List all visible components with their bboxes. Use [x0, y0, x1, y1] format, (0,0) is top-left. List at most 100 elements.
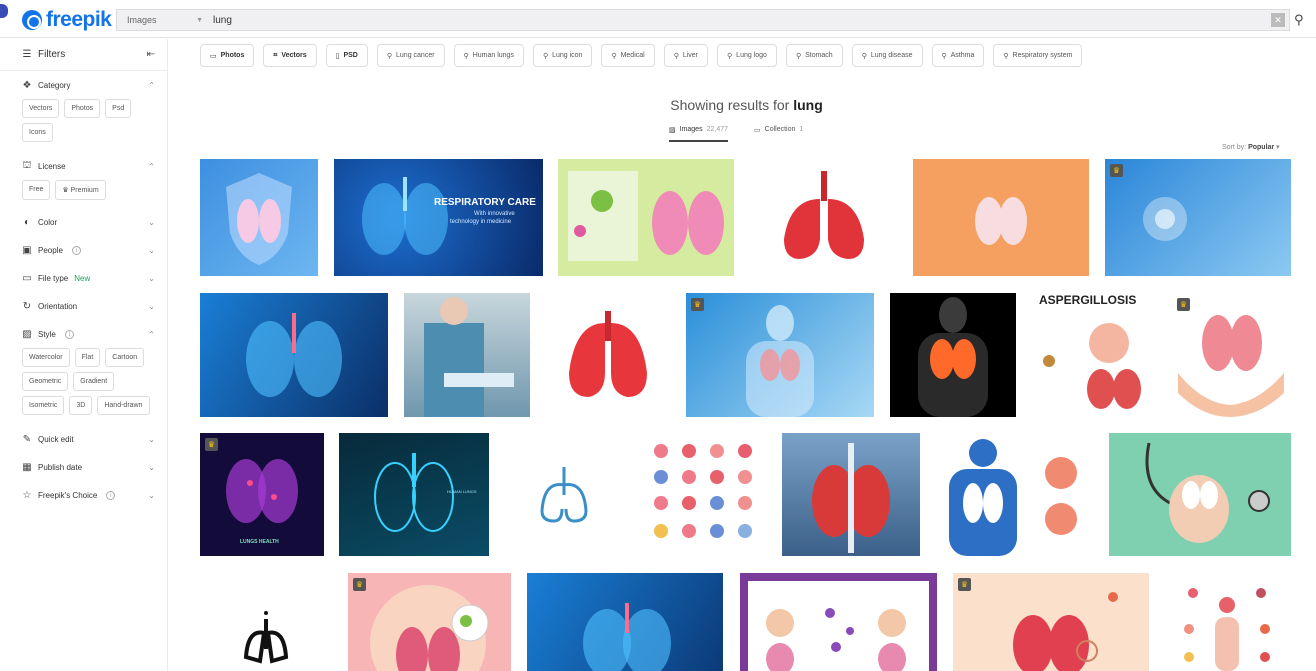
chevron-down-icon: ⌄	[148, 490, 155, 500]
chip-flat[interactable]: Flat	[74, 348, 101, 367]
chip-isometric[interactable]: Isometric	[22, 396, 65, 415]
image-icon: ▨	[22, 328, 32, 340]
filter-freepiks-choice[interactable]: ☆ Freepik's Choice i ⌄	[0, 481, 167, 509]
filter-publish-date[interactable]: ▦ Publish date ⌄	[0, 453, 167, 481]
tag-label: Vectors	[281, 52, 307, 59]
info-icon[interactable]: i	[64, 329, 74, 339]
chip-premium[interactable]: ♛ Premium	[55, 180, 106, 200]
result-thumbnail[interactable]	[200, 573, 350, 671]
info-icon[interactable]: i	[106, 490, 116, 500]
chip-photos[interactable]: Photos	[64, 99, 101, 118]
chip-psd[interactable]: Psd	[105, 99, 132, 118]
search-icon[interactable]: ⚲	[1294, 12, 1304, 28]
freepik-logo[interactable]: freepik	[22, 8, 112, 32]
filter-people[interactable]: ▣ People i ⌄	[0, 236, 167, 264]
result-thumbnail[interactable]	[558, 159, 734, 276]
result-thumbnail[interactable]	[750, 159, 898, 276]
tag-stomach[interactable]: ⚲ Stomach	[785, 44, 843, 67]
result-thumbnail[interactable]	[1165, 573, 1291, 671]
style-toggle[interactable]: ▨ Style i ⌃	[22, 320, 155, 348]
premium-crown-icon: ♛	[691, 298, 704, 311]
lung-shield-image	[226, 173, 292, 265]
tab-images[interactable]: ▨ Images 22,477	[669, 126, 729, 142]
result-thumbnail[interactable]	[890, 293, 1016, 417]
filters-sidebar: ☰ Filters ⇤ ❖ Category ⌃ Vectors Photos Ps…	[0, 39, 168, 671]
chip-cartoon[interactable]: Cartoon	[105, 348, 145, 367]
license-toggle[interactable]: ⛫ License ⌃	[22, 152, 155, 180]
tag-label: Asthma	[950, 52, 975, 59]
filters-title: Filters	[38, 49, 66, 60]
tab-collection[interactable]: ▭ Collection 1	[754, 126, 803, 142]
tag-label: Respiratory system	[1012, 52, 1073, 59]
filter-quick-edit[interactable]: ✎ Quick edit ⌄	[0, 425, 167, 453]
chip-hand-drawn[interactable]: Hand-drawn	[97, 396, 150, 415]
chevron-up-icon: ⌃	[148, 161, 155, 171]
result-thumbnail[interactable]: ♛	[1172, 293, 1290, 417]
result-thumbnail[interactable]	[740, 573, 937, 671]
info-icon[interactable]: i	[71, 245, 81, 255]
tag-psd[interactable]: ▯ PSD	[325, 44, 368, 67]
tag-lung-disease[interactable]: ⚲ Lung disease	[851, 44, 923, 67]
chevron-down-icon: ⌄	[148, 462, 155, 472]
result-thumbnail[interactable]	[404, 293, 530, 417]
result-thumbnail[interactable]	[782, 433, 920, 556]
result-thumbnail[interactable]: ♛	[686, 293, 874, 417]
collapse-sidebar-icon[interactable]: ⇤	[147, 49, 155, 60]
chip-3d[interactable]: 3D	[69, 396, 93, 415]
result-thumbnail[interactable]	[200, 159, 318, 276]
chip-gradient[interactable]: Gradient	[73, 372, 115, 391]
sort-select[interactable]: Sort by: Popular ▾	[1222, 143, 1280, 151]
tag-liver[interactable]: ⚲ Liver	[663, 44, 709, 67]
result-thumbnail[interactable]: ♛	[953, 573, 1149, 671]
chip-free[interactable]: Free	[22, 180, 51, 200]
result-thumbnail[interactable]: HUMAN LUNGS	[339, 433, 489, 556]
tag-respiratory-system[interactable]: ⚲ Respiratory system	[993, 44, 1083, 67]
result-thumbnail[interactable]: ASPERGILLOSIS	[1031, 293, 1157, 417]
result-thumbnail[interactable]	[200, 293, 388, 417]
paper-lungs-image	[975, 197, 1027, 245]
search-icon: ⚲	[673, 52, 679, 60]
result-thumbnail[interactable]	[527, 573, 723, 671]
blue-lungs-image	[246, 313, 342, 397]
tag-label: Stomach	[805, 52, 833, 59]
result-thumbnail[interactable]	[913, 159, 1089, 276]
result-thumbnail[interactable]	[504, 433, 630, 556]
tag-photos[interactable]: ▭ Photos	[200, 44, 255, 67]
result-thumbnail[interactable]: ♛	[1105, 159, 1291, 276]
chevron-down-icon: ⌄	[148, 245, 155, 255]
filter-orientation[interactable]: ↻ Orientation ⌄	[0, 292, 167, 320]
tag-lung-cancer[interactable]: ⚲ Lung cancer	[376, 44, 445, 67]
lung-disease-illustration-image	[370, 585, 489, 671]
filter-file-type[interactable]: ▭ File type New ⌄	[0, 264, 167, 292]
tag-lung-icon[interactable]: ⚲ Lung icon	[532, 44, 593, 67]
result-thumbnail[interactable]	[545, 293, 671, 417]
chip-vectors[interactable]: Vectors	[22, 99, 60, 118]
search-icon: ⚲	[861, 52, 867, 60]
tag-label: Lung icon	[552, 52, 583, 59]
search-type-select[interactable]: Images ▼	[117, 10, 209, 30]
search-input[interactable]	[209, 14, 1271, 26]
tab-images-label: Images	[679, 126, 703, 133]
tag-asthma[interactable]: ⚲ Asthma	[931, 44, 985, 67]
results-query: lung	[793, 97, 823, 113]
result-thumbnail[interactable]	[1109, 433, 1291, 556]
clear-search-icon[interactable]: ✕	[1271, 13, 1285, 27]
lungs-health-text: LUNGS HEALTH	[240, 539, 279, 545]
search-icon: ⚲	[542, 52, 549, 60]
chip-watercolor[interactable]: Watercolor	[22, 348, 70, 367]
filter-color[interactable]: ◐ Color ⌄	[0, 208, 167, 236]
tag-lung-logo[interactable]: ⚲ Lung logo	[717, 44, 777, 67]
result-thumbnail[interactable]: ♛ LUNGS HEALTH	[200, 433, 324, 556]
result-thumbnail[interactable]	[935, 433, 1091, 556]
tag-medical[interactable]: ⚲ Medical	[601, 44, 655, 67]
chip-geometric[interactable]: Geometric	[22, 372, 69, 391]
chip-icons[interactable]: Icons	[22, 123, 53, 142]
orientation-label: Orientation	[38, 301, 78, 311]
result-thumbnail[interactable]: RESPIRATORY CARE With innovative technol…	[334, 159, 543, 276]
category-toggle[interactable]: ❖ Category ⌃	[22, 71, 155, 99]
result-thumbnail[interactable]: ♛	[348, 573, 511, 671]
tag-human-lungs[interactable]: ⚲ Human lungs	[453, 44, 524, 67]
tag-vectors[interactable]: ⌗ Vectors	[263, 44, 317, 67]
result-thumbnail[interactable]	[645, 433, 771, 556]
file-icon: ▭	[22, 272, 32, 284]
